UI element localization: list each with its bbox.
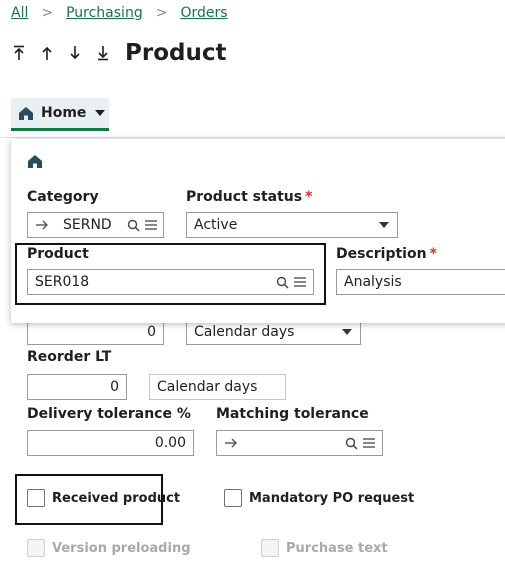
required-marker: * — [429, 246, 437, 262]
delivery-tolerance-label: Delivery tolerance % — [27, 406, 191, 422]
product-label: Product — [27, 246, 89, 262]
chevron-down-icon — [379, 222, 389, 228]
category-label: Category — [27, 189, 99, 205]
tab-home[interactable]: Home — [11, 98, 109, 131]
required-marker: * — [305, 189, 313, 205]
link-arrow-icon[interactable] — [222, 434, 240, 452]
breadcrumb-orders-link[interactable]: Orders — [180, 5, 227, 21]
arrow-down-icon[interactable] — [67, 43, 83, 63]
breadcrumb-purchasing-link[interactable]: Purchasing — [66, 5, 143, 21]
arrow-to-bottom-icon[interactable] — [95, 43, 111, 63]
title-bar: Product — [11, 38, 226, 68]
received-product-checkbox[interactable] — [27, 489, 45, 507]
arrow-up-icon[interactable] — [39, 43, 55, 63]
version-preloading-checkbox — [27, 539, 45, 557]
breadcrumb-separator: > — [155, 5, 168, 21]
purchase-text-label: Purchase text — [286, 541, 388, 556]
search-icon[interactable] — [342, 434, 360, 452]
product-input[interactable]: SER018 — [27, 269, 314, 295]
matching-tolerance-input[interactable] — [216, 430, 383, 456]
list-menu-icon[interactable] — [360, 434, 378, 452]
mandatory-po-request-checkbox[interactable] — [224, 489, 242, 507]
list-menu-icon[interactable] — [142, 216, 160, 234]
received-product-label: Received product — [52, 491, 181, 506]
tab-home-label: Home — [41, 105, 87, 121]
delivery-tolerance-input[interactable]: 0.00 — [27, 430, 194, 456]
matching-tolerance-label: Matching tolerance — [216, 406, 369, 422]
list-menu-icon[interactable] — [291, 273, 309, 291]
purchase-text-checkbox — [261, 539, 279, 557]
mandatory-po-request-label: Mandatory PO request — [249, 491, 415, 506]
version-preloading-label: Version preloading — [52, 541, 191, 556]
reorder-lt-unit: Calendar days — [149, 374, 286, 400]
breadcrumb-separator: > — [41, 5, 54, 21]
chevron-down-icon — [95, 110, 106, 116]
product-status-label: Product status * — [186, 189, 313, 205]
search-icon[interactable] — [124, 216, 142, 234]
search-icon[interactable] — [273, 273, 291, 291]
link-arrow-icon[interactable] — [33, 216, 51, 234]
chevron-down-icon — [342, 329, 352, 335]
home-icon — [18, 106, 34, 121]
breadcrumb: All > Purchasing > Orders — [11, 4, 228, 22]
description-input[interactable]: Analysis — [336, 269, 505, 295]
breadcrumb-all-link[interactable]: All — [11, 5, 28, 21]
home-popup-panel: Category SERND Product status * Active Pr… — [11, 139, 505, 323]
divider — [0, 137, 505, 138]
reorder-lt-input[interactable]: 0 — [27, 374, 127, 400]
product-status-select[interactable]: Active — [186, 212, 398, 238]
category-input[interactable]: SERND — [27, 212, 164, 238]
description-label: Description * — [336, 246, 437, 262]
reorder-lt-label: Reorder LT — [27, 349, 112, 365]
arrow-to-top-icon[interactable] — [11, 43, 27, 63]
page-title: Product — [125, 40, 227, 66]
home-icon — [27, 154, 43, 169]
